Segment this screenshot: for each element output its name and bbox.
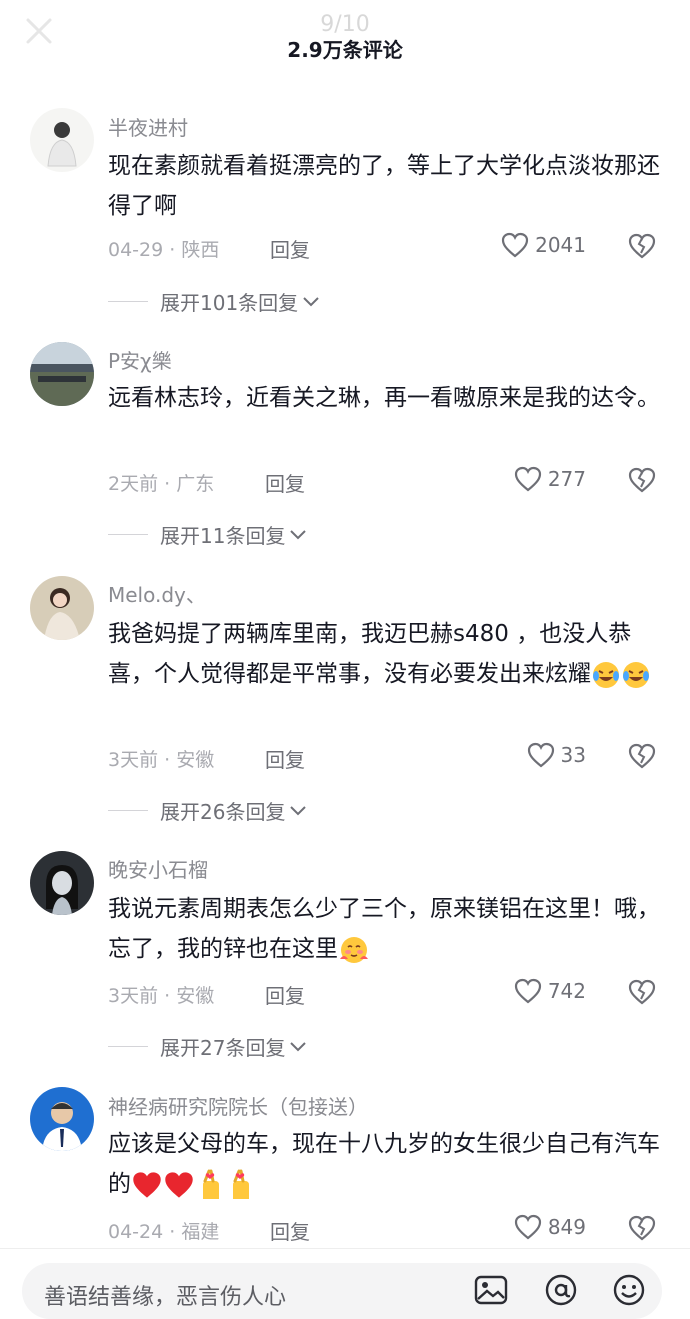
comment-date: 3天前 bbox=[108, 985, 159, 1007]
like-button[interactable]: 849 bbox=[514, 1214, 586, 1240]
comments-header: 9/10 2.9万条评论 bbox=[0, 0, 690, 90]
comment-input[interactable]: 善语结善缘，恶言伤人心 bbox=[22, 1263, 662, 1319]
comment-meta: 2天前 · 广东 bbox=[108, 473, 215, 495]
reply-button[interactable]: 回复 bbox=[265, 744, 305, 773]
reply-button[interactable]: 回复 bbox=[270, 1216, 310, 1245]
laughing-crying-emoji-icon bbox=[623, 661, 649, 688]
comment-meta: 04-29 · 陕西 bbox=[108, 239, 220, 261]
like-count: 33 bbox=[560, 743, 586, 767]
heart-outline-icon bbox=[514, 1214, 541, 1240]
image-icon[interactable] bbox=[474, 1275, 508, 1305]
comment-text-content: 我爸妈提了两辆库里南，我迈巴赫s480 ，也没人恭喜，个人觉得都是平常事，没有必… bbox=[108, 621, 632, 687]
expand-divider bbox=[108, 534, 148, 535]
expand-divider bbox=[108, 810, 148, 811]
comment-location: 陕西 bbox=[181, 239, 220, 261]
heart-outline-icon bbox=[501, 232, 529, 258]
reply-button[interactable]: 回复 bbox=[265, 980, 305, 1009]
dislike-button[interactable] bbox=[628, 467, 656, 497]
expand-replies-button[interactable]: 展开27条回复 bbox=[108, 1032, 307, 1061]
red-heart-emoji-icon bbox=[133, 1171, 161, 1198]
finger-heart-emoji-icon bbox=[233, 1169, 249, 1199]
comment-username[interactable]: 神经病研究院院长（包接送） bbox=[108, 1091, 368, 1120]
like-button[interactable]: 33 bbox=[527, 742, 586, 768]
broken-heart-icon bbox=[628, 1215, 656, 1241]
expand-replies-label: 展开101条回复 bbox=[160, 291, 299, 315]
emoji-icon[interactable] bbox=[612, 1273, 646, 1307]
comment-text: 现在素颜就看着挺漂亮的了，等上了大学化点淡妆那还得了啊 bbox=[108, 153, 660, 219]
expand-replies-label: 展开27条回复 bbox=[160, 1036, 286, 1060]
dislike-button[interactable] bbox=[628, 1215, 656, 1245]
comment-location: 安徽 bbox=[176, 749, 215, 771]
broken-heart-icon bbox=[628, 233, 656, 259]
comment-meta: 3天前 · 安徽 bbox=[108, 749, 215, 771]
comment-meta: 3天前 · 安徽 bbox=[108, 985, 215, 1007]
comment-text: 应该是父母的车，现在十八九岁的女生很少自己有汽车的 bbox=[108, 1124, 668, 1204]
comment-username[interactable]: 半夜进村 bbox=[108, 112, 188, 141]
expand-replies-button[interactable]: 展开11条回复 bbox=[108, 520, 307, 549]
comment-input-placeholder: 善语结善缘，恶言伤人心 bbox=[44, 1285, 287, 1310]
chevron-down-icon bbox=[303, 296, 319, 306]
heart-outline-icon bbox=[514, 466, 541, 492]
comment-date: 04-29 bbox=[108, 239, 164, 261]
expand-divider bbox=[108, 1046, 148, 1047]
avatar[interactable] bbox=[30, 108, 94, 172]
comment-text: 我说元素周期表怎么少了三个，原来镁铝在这里！哦，忘了，我的锌也在这里 bbox=[108, 889, 668, 969]
like-count: 277 bbox=[547, 467, 586, 491]
dislike-button[interactable] bbox=[628, 743, 656, 773]
finger-heart-emoji-icon bbox=[203, 1169, 219, 1199]
laughing-crying-emoji-icon bbox=[593, 661, 619, 688]
comment-date: 2天前 bbox=[108, 473, 159, 495]
expand-divider bbox=[108, 301, 148, 302]
chevron-down-icon bbox=[290, 529, 307, 539]
broken-heart-icon bbox=[628, 467, 656, 493]
avatar[interactable] bbox=[30, 576, 94, 640]
comment-text: 远看林志玲，近看关之琳，再一看嗷原来是我的达令。 bbox=[108, 385, 660, 411]
like-count: 742 bbox=[547, 979, 586, 1003]
reply-button[interactable]: 回复 bbox=[265, 468, 305, 497]
expand-replies-button[interactable]: 展开26条回复 bbox=[108, 796, 307, 825]
like-count: 2041 bbox=[535, 233, 586, 257]
like-button[interactable]: 277 bbox=[514, 466, 586, 492]
comment-text: 我爸妈提了两辆库里南，我迈巴赫s480 ，也没人恭喜，个人觉得都是平常事，没有必… bbox=[108, 614, 668, 694]
blushing-hug-emoji-icon bbox=[340, 936, 368, 963]
comment-username[interactable]: Melo.dy、 bbox=[108, 579, 206, 608]
dislike-button[interactable] bbox=[628, 233, 656, 263]
like-button[interactable]: 2041 bbox=[501, 232, 586, 258]
comment-date: 04-24 bbox=[108, 1221, 164, 1243]
avatar[interactable] bbox=[30, 851, 94, 915]
comment-location: 广东 bbox=[176, 473, 215, 495]
like-button[interactable]: 742 bbox=[514, 978, 586, 1004]
comment-text-content: 我说元素周期表怎么少了三个，原来镁铝在这里！哦，忘了，我的锌也在这里 bbox=[108, 896, 660, 962]
reply-button[interactable]: 回复 bbox=[270, 234, 310, 263]
like-count: 849 bbox=[547, 1215, 586, 1239]
comment-date: 3天前 bbox=[108, 749, 159, 771]
comment-username[interactable]: 晚安小石榴 bbox=[108, 854, 208, 883]
avatar[interactable] bbox=[30, 342, 94, 406]
avatar[interactable] bbox=[30, 1087, 94, 1151]
at-icon[interactable] bbox=[544, 1273, 578, 1307]
chevron-down-icon bbox=[290, 805, 307, 815]
expand-replies-label: 展开11条回复 bbox=[160, 524, 286, 548]
comment-location: 安徽 bbox=[176, 985, 215, 1007]
comment-meta: 04-24 · 福建 bbox=[108, 1221, 220, 1243]
heart-outline-icon bbox=[514, 978, 541, 1004]
comment-location: 福建 bbox=[181, 1221, 220, 1243]
heart-outline-icon bbox=[527, 742, 554, 768]
red-heart-emoji-icon bbox=[165, 1171, 193, 1198]
expand-replies-button[interactable]: 展开101条回复 bbox=[108, 287, 320, 316]
broken-heart-icon bbox=[628, 743, 656, 769]
chevron-down-icon bbox=[290, 1041, 307, 1051]
comments-count-title: 2.9万条评论 bbox=[287, 38, 403, 62]
dislike-button[interactable] bbox=[628, 979, 656, 1009]
comment-username[interactable]: P安χ樂 bbox=[108, 345, 172, 374]
comment-input-bar: 善语结善缘，恶言伤人心 bbox=[0, 1248, 690, 1319]
expand-replies-label: 展开26条回复 bbox=[160, 800, 286, 824]
broken-heart-icon bbox=[628, 979, 656, 1005]
